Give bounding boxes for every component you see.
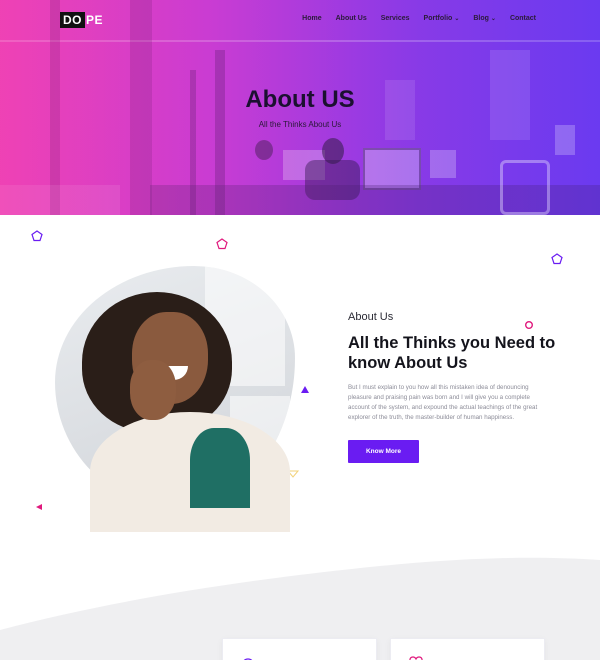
target-icon [243,658,253,660]
pentagon-icon [31,230,43,242]
nav-item-home[interactable]: Home [302,15,321,22]
nav-item-services[interactable]: Services [381,15,410,22]
triangle-icon [301,386,309,393]
service-card[interactable] [222,638,377,660]
main-nav: Home About Us Services Portfolio ⌄ Blog ⌄ … [288,15,536,22]
pentagon-icon [551,253,563,265]
triangle-icon [36,504,42,510]
hero-banner: DO PE Home About Us Services Portfolio ⌄ … [0,0,600,215]
page-subtitle: All the Thinks About Us [258,120,342,129]
heart-icon [409,656,423,660]
section-label: About Us [348,311,394,323]
pentagon-icon [216,238,228,250]
logo-text: PE [86,13,104,27]
section-body: But I must explain to you how all this m… [348,384,538,421]
service-card[interactable] [390,638,545,660]
logo-box: DO [60,12,85,28]
nav-item-blog[interactable]: Blog ⌄ [473,15,496,22]
nav-item-contact[interactable]: Contact [510,15,536,22]
section-heading: All the Thinks you Need to know About Us [348,334,556,372]
circle-icon [525,321,533,329]
photo-hand [130,360,176,420]
nav-item-portfolio[interactable]: Portfolio ⌄ [424,15,460,22]
brand-logo[interactable]: DO PE [60,12,103,28]
page-title: About US [245,86,355,113]
nav-item-about-us[interactable]: About Us [336,15,367,22]
photo-shirt [190,428,250,508]
chevron-down-icon: ⌄ [490,16,496,22]
chevron-down-icon: ⌄ [454,16,460,22]
know-more-button[interactable]: Know More [348,440,419,463]
